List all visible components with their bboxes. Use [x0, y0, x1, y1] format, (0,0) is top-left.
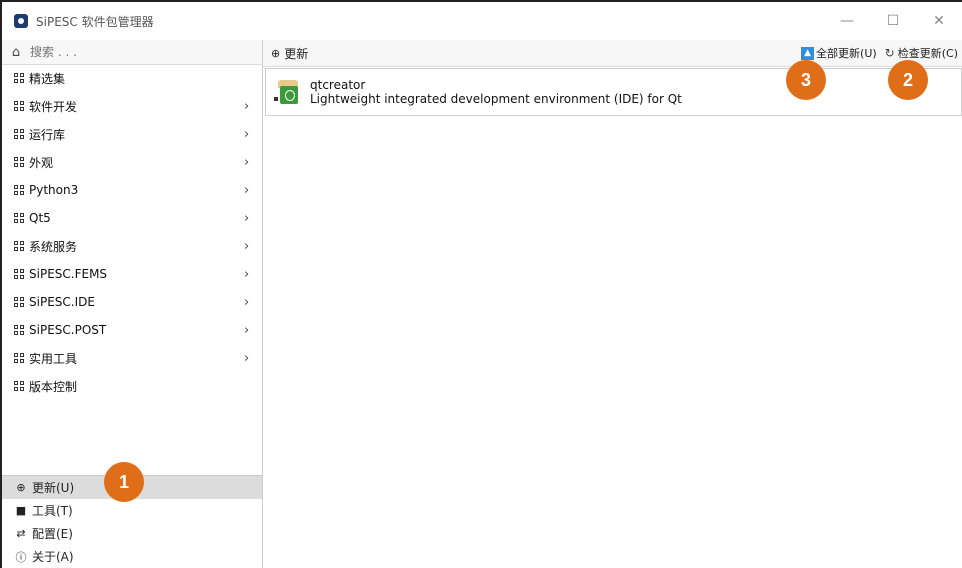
category-list: 精选集 软件开发 › 运行库 › 外观 › Python3 › Qt5 › 系统服务 › SiPESC.F…: [2, 64, 262, 400]
home-icon[interactable]: ⌂: [8, 45, 24, 60]
sidebar-category-item[interactable]: 版本控制: [2, 372, 262, 400]
update-all-label: 全部更新(U): [816, 47, 877, 60]
nav-item[interactable]: ⇄ 配置(E): [2, 522, 262, 545]
package-name: qtcreator: [310, 78, 366, 92]
check-updates-button[interactable]: ↻ 检查更新(C): [885, 45, 958, 61]
search-bar: ⌂: [2, 40, 262, 65]
chevron-right-icon: ›: [244, 154, 250, 170]
package-description: Lightweight integrated development envir…: [310, 92, 682, 106]
category-icon: [14, 352, 25, 364]
category-label: SiPESC.POST: [29, 323, 107, 337]
category-label: 实用工具: [29, 351, 78, 366]
nav-item[interactable]: ■ 工具(T): [2, 499, 262, 522]
sidebar-category-item[interactable]: 运行库 ›: [2, 120, 262, 148]
nav-icon: ■: [15, 504, 27, 517]
category-label: SiPESC.FEMS: [29, 267, 108, 281]
category-icon: [14, 212, 25, 224]
chevron-right-icon: ›: [244, 266, 250, 282]
callout-marker-2: 2: [888, 60, 928, 100]
category-icon: [14, 156, 25, 168]
package-row[interactable]: qtcreator Lightweight integrated develop…: [265, 68, 962, 116]
sidebar-category-item[interactable]: Qt5 ›: [2, 204, 262, 232]
chevron-right-icon: ›: [244, 350, 250, 366]
app-logo-icon: [14, 14, 28, 28]
category-label: 版本控制: [29, 379, 78, 394]
nav-icon: ⊕: [16, 481, 26, 494]
toolbar: ⊕ 更新 ▲ 全部更新(U) ↻ 检查更新(C): [263, 40, 962, 67]
minimize-button[interactable]: —: [824, 2, 870, 40]
callout-marker-1: 1: [104, 462, 144, 502]
chevron-right-icon: ›: [244, 98, 250, 114]
close-button[interactable]: ✕: [916, 2, 962, 40]
category-label: 精选集: [29, 71, 66, 86]
sidebar-category-item[interactable]: 系统服务 ›: [2, 232, 262, 260]
sidebar-category-item[interactable]: SiPESC.POST ›: [2, 316, 262, 344]
window-controls: — ☐ ✕: [824, 2, 962, 40]
check-updates-label: 检查更新(C): [897, 47, 958, 60]
maximize-button[interactable]: ☐: [870, 2, 916, 40]
category-icon: [14, 184, 25, 196]
sidebar-category-item[interactable]: 精选集: [2, 64, 262, 92]
chevron-right-icon: ›: [244, 238, 250, 254]
sidebar-category-item[interactable]: 软件开发 ›: [2, 92, 262, 120]
search-input[interactable]: [28, 44, 252, 60]
chevron-right-icon: ›: [244, 126, 250, 142]
callout-marker-3: 3: [786, 60, 826, 100]
category-label: 运行库: [29, 127, 66, 142]
nav-label: 工具(T): [32, 504, 73, 518]
category-label: 外观: [29, 155, 54, 170]
chevron-right-icon: ›: [244, 294, 250, 310]
chevron-right-icon: ›: [244, 210, 250, 226]
arrow-up-icon: ▲: [801, 46, 815, 60]
app-window: SiPESC 软件包管理器 — ☐ ✕ ⌂ 精选集软件开发›运行库›外观›Pyt…: [0, 0, 962, 568]
category-label: Qt5: [29, 211, 51, 225]
sidebar-category-item[interactable]: SiPESC.IDE ›: [2, 288, 262, 316]
category-label: Python3: [29, 183, 79, 197]
update-all-button[interactable]: ▲ 全部更新(U): [801, 45, 877, 61]
nav-icon: ⇄: [16, 527, 26, 540]
main-panel: ⊕ 更新 ▲ 全部更新(U) ↻ 检查更新(C) qtcreator Light…: [263, 40, 962, 568]
category-icon: [14, 128, 25, 140]
category-label: 系统服务: [29, 239, 78, 254]
window-title: SiPESC 软件包管理器: [36, 14, 154, 29]
category-icon: [14, 268, 25, 280]
nav-item[interactable]: ⓘ 关于(A): [2, 545, 262, 568]
chevron-right-icon: ›: [244, 322, 250, 338]
nav-icon: ⓘ: [15, 550, 27, 564]
category-icon: [14, 380, 25, 392]
section-header: ⊕ 更新: [263, 45, 308, 62]
sidebar-category-item[interactable]: Python3 ›: [2, 176, 262, 204]
category-label: SiPESC.IDE: [29, 295, 95, 309]
title-bar: SiPESC 软件包管理器 — ☐ ✕: [2, 2, 962, 40]
category-icon: [14, 240, 25, 252]
category-icon: [14, 100, 25, 112]
update-icon: ⊕: [271, 46, 281, 60]
nav-label: 配置(E): [32, 527, 73, 541]
category-label: 软件开发: [29, 99, 78, 114]
package-icon: [274, 80, 298, 104]
sidebar-category-item[interactable]: 实用工具 ›: [2, 344, 262, 372]
sidebar-category-item[interactable]: 外观 ›: [2, 148, 262, 176]
chevron-right-icon: ›: [244, 182, 250, 198]
sidebar-category-item[interactable]: SiPESC.FEMS ›: [2, 260, 262, 288]
category-icon: [14, 324, 25, 336]
nav-label: 关于(A): [32, 550, 74, 564]
toolbar-actions: ▲ 全部更新(U) ↻ 检查更新(C): [801, 40, 962, 66]
package-info: qtcreator Lightweight integrated develop…: [310, 78, 682, 106]
section-title: 更新: [284, 46, 309, 61]
category-icon: [14, 72, 25, 84]
nav-label: 更新(U): [32, 481, 75, 495]
refresh-icon: ↻: [884, 46, 895, 60]
category-icon: [14, 296, 25, 308]
